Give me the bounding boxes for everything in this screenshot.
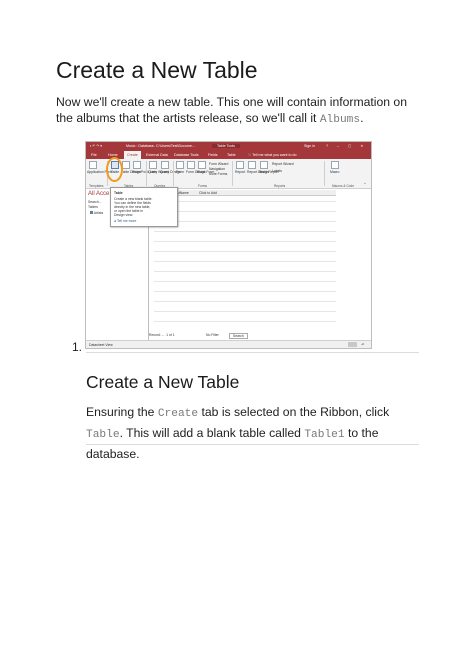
sharepoint-icon[interactable] [133,161,141,169]
form-icon[interactable] [176,161,184,169]
instr-text-2: tab is selected on the Ribbon, click [198,405,390,419]
tab-table[interactable]: Table [227,153,236,157]
nav-search[interactable]: Search... [88,200,102,204]
table-design-icon[interactable] [122,161,130,169]
ribbon: Application Parts Table Table Design Sha… [86,159,371,189]
macro-icon[interactable] [331,161,339,169]
tell-me-text: Tell me what you want to do [252,152,297,157]
design-view-icon[interactable]: ⊿ [361,342,364,346]
group-templates: Templates [89,183,104,188]
tab-create[interactable]: Create [124,151,141,159]
code-create: Create [157,408,199,420]
btn-report-design[interactable]: Report Design [247,170,269,174]
nav-section-tables[interactable]: Tables [88,205,98,209]
window-title: Music : Database- C:\Users\Test\Docume..… [126,144,195,149]
instruction-paragraph: Ensuring the Create tab is selected on t… [86,403,421,464]
collapse-ribbon-icon[interactable]: ^ [364,182,366,186]
highlight-circle [106,157,123,182]
access-screenshot: ▪ ↶ ↷ ▾ Music : Database- C:\Users\Test\… [85,141,372,349]
divider-bottom [86,444,419,445]
section-heading: Create a New Table [86,372,240,392]
btn-query-design[interactable]: Query Design [160,170,181,174]
report-design-icon[interactable] [248,161,256,169]
form-design-icon[interactable] [187,161,195,169]
col-click-to-add[interactable]: Click to Add [199,191,217,195]
blank-form-icon[interactable] [198,161,206,169]
btn-macro[interactable]: Macro [330,170,339,174]
help-icon: ● [114,219,117,223]
tab-file[interactable]: File [91,153,97,157]
code-albums: Albums [319,114,361,126]
status-bar: Datasheet View ⊿ [86,340,371,348]
divider [86,352,419,353]
tell-me-box[interactable]: ♡ Tell me what you want to do [248,153,297,157]
btn-form-wizard[interactable]: Form Wizard [209,162,228,166]
title-bar: ▪ ↶ ↷ ▾ Music : Database- C:\Users\Test\… [86,142,371,151]
btn-navigation[interactable]: Navigation [209,167,225,171]
tooltip-link[interactable]: ● Tell me more [114,219,136,223]
intro-end: . [360,111,364,125]
nav-item-artists[interactable]: Artists [90,211,103,215]
page-heading: Create a New Table [56,57,258,83]
btn-app-parts[interactable]: Application Parts [87,170,112,174]
record-navigator[interactable]: Record: ← 1 of 1 [149,333,175,337]
btn-form[interactable]: Form [176,170,184,174]
contextual-tab-label: Table Tools [212,144,240,149]
status-text: Datasheet View [89,343,113,347]
application-parts-icon[interactable] [89,161,97,169]
btn-more-forms[interactable]: More Forms [209,172,227,176]
group-forms: Forms [198,183,208,188]
query-wizard-icon[interactable] [149,161,157,169]
tab-fields[interactable]: Fields [208,153,218,157]
list-number: 1. [72,340,83,354]
tooltip-body: Create a new blank table. You can define… [114,197,153,217]
code-table1: Table1 [304,429,345,441]
tooltip-title: Table [114,191,123,195]
datasheet-view-icon[interactable] [348,342,357,347]
code-table: Table [86,429,120,441]
btn-labels[interactable]: Labels [272,169,282,173]
signin-link[interactable]: Sign in [304,144,315,148]
instr-text-1: Ensuring the [86,405,158,419]
tab-database-tools[interactable]: Database Tools [174,153,199,157]
blank-report-icon[interactable] [260,161,268,169]
instr-text-3: . This will add a blank table called [119,426,305,440]
table-tooltip: Table Create a new blank table. You can … [110,187,178,227]
group-macros: Macros & Code [332,183,354,188]
btn-form-design[interactable]: Form Design [186,170,205,174]
nav-title[interactable]: All Acce [88,191,109,197]
save-icon: ▪ ↶ ↷ ▾ [90,144,103,149]
btn-report-wizard[interactable]: Report Wizard [272,162,294,166]
window-controls-icon[interactable]: ? – ▢ ✕ [326,144,367,148]
group-reports: Reports [274,183,286,188]
btn-blank-form[interactable]: Blank Form [197,170,214,174]
datasheet-search[interactable]: Search [229,333,248,339]
report-icon[interactable] [236,161,244,169]
table-icon [90,211,93,214]
ribbon-tabs: File Home Create External Data Database … [86,151,371,159]
btn-report[interactable]: Report [235,170,245,174]
intro-paragraph: Now we'll create a new table. This one w… [56,94,416,128]
tab-external-data[interactable]: External Data [146,153,168,157]
no-filter-button[interactable]: No Filter [206,333,219,337]
datasheet: ArtistName Click to Add (New) Record: ← … [149,189,371,340]
btn-query-wizard[interactable]: Query Wizard [148,170,169,174]
query-design-icon[interactable] [161,161,169,169]
btn-sharepoint[interactable]: SharePoint Lists [132,170,157,174]
btn-blank-report[interactable]: Blank Report [259,170,279,174]
